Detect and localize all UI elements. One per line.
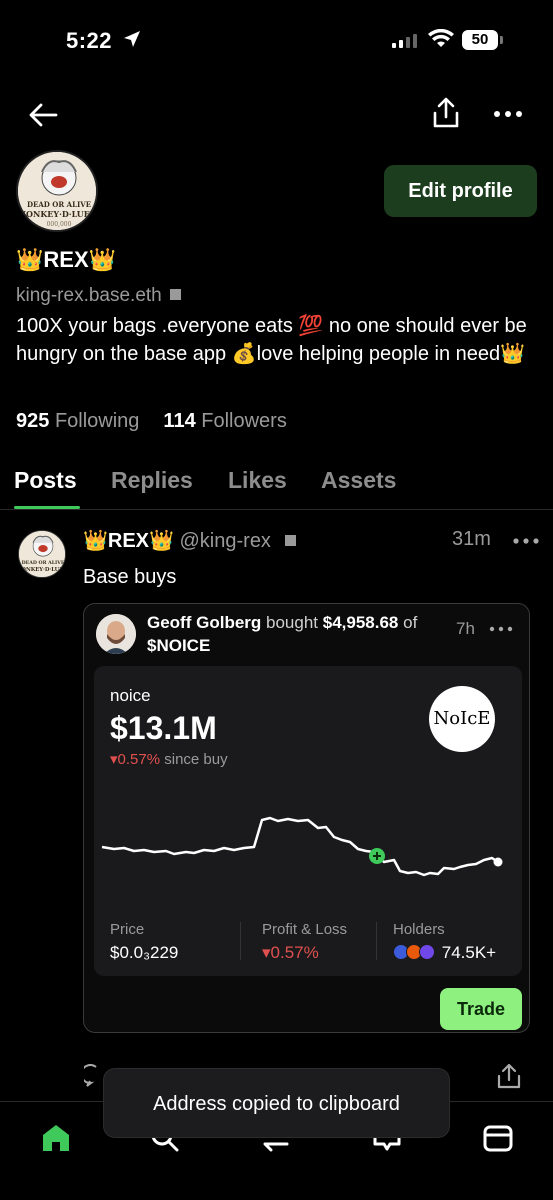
status-bar: 5:22 50	[0, 0, 553, 80]
trade-timestamp: 7h	[456, 619, 475, 638]
post-author-handle[interactable]: @king-rex	[180, 530, 271, 552]
buyer-avatar[interactable]	[96, 614, 136, 654]
stat-price: Price $0.0₃229	[110, 921, 178, 963]
coin-market-cap: $13.1M	[110, 710, 217, 746]
pnl-value: ▾0.57%	[262, 943, 319, 962]
trade-button[interactable]: Trade	[440, 988, 522, 1030]
home-icon[interactable]	[38, 1120, 74, 1156]
tab-likes[interactable]: Likes	[228, 467, 287, 494]
wifi-icon	[428, 29, 454, 47]
toast-notification: Address copied to clipboard	[103, 1068, 450, 1138]
trade-of: of	[403, 613, 418, 632]
trade-more-icon[interactable]	[489, 622, 513, 636]
post-header: 👑REX👑 @king-rex	[83, 528, 296, 553]
holders-value: 74.5K+	[441, 943, 497, 962]
avatar-image: DEAD OR ALIVE MONKEY·D·LUFFY 000,000	[18, 152, 98, 230]
profile-display-name: 👑REX👑	[16, 247, 117, 272]
coin-card[interactable]: noice $13.1M ▾0.57% since buy NoIcE Pric…	[94, 666, 522, 976]
followers-label: Followers	[201, 410, 287, 432]
price-sparkline	[101, 816, 503, 877]
buyer-avatar-image	[96, 614, 136, 654]
post-text: Base buys	[83, 566, 177, 588]
profile-tabs: Posts Replies Likes Assets	[0, 462, 553, 510]
post-author-avatar[interactable]: DEAD OR ALIVE MONKEY·D·LUFFY	[18, 530, 66, 578]
profile-handle-text: king-rex.base.eth	[16, 285, 162, 306]
svg-text:MONKEY·D·LUFFY: MONKEY·D·LUFFY	[18, 209, 98, 219]
tab-posts[interactable]: Posts	[14, 467, 77, 494]
holders-row: 74.5K+	[393, 943, 496, 963]
post-more-icon[interactable]	[512, 532, 540, 550]
price-line	[101, 816, 499, 877]
battery-indicator: 50	[462, 30, 503, 50]
share-icon[interactable]	[430, 96, 462, 130]
following-link[interactable]: 925 Following	[16, 410, 139, 433]
more-options-icon[interactable]	[493, 102, 523, 126]
trade-token[interactable]: $NOICE	[147, 636, 210, 655]
coin-change-suffix: since buy	[164, 751, 228, 768]
followers-link[interactable]: 114 Followers	[163, 410, 286, 433]
coin-name: noice	[110, 686, 151, 705]
profile-avatar[interactable]: DEAD OR ALIVE MONKEY·D·LUFFY 000,000	[16, 150, 98, 232]
cellular-signal-icon	[392, 32, 417, 48]
wallet-icon[interactable]	[480, 1120, 516, 1156]
post-share-icon[interactable]	[496, 1062, 522, 1090]
svg-text:000,000: 000,000	[47, 221, 72, 228]
following-count: 925	[16, 410, 50, 432]
trade-verb: bought	[266, 613, 319, 632]
status-time: 5:22	[66, 28, 113, 53]
nav-bar	[0, 92, 553, 138]
profile-bio: 100X your bags .everyone eats 💯 no one s…	[16, 315, 527, 365]
svg-text:MONKEY·D·LUFFY: MONKEY·D·LUFFY	[19, 567, 66, 573]
coin-change: ▾0.57% since buy	[110, 750, 228, 768]
post-timestamp: 31m	[452, 528, 491, 550]
stat-holders: Holders 74.5K+	[393, 921, 496, 963]
tab-assets[interactable]: Assets	[321, 467, 396, 494]
copy-address-icon[interactable]	[169, 289, 181, 300]
edit-profile-button[interactable]: Edit profile	[384, 165, 537, 217]
post-avatar-image: DEAD OR ALIVE MONKEY·D·LUFFY	[19, 531, 66, 577]
svg-text:DEAD OR ALIVE: DEAD OR ALIVE	[27, 200, 91, 209]
buyer-name[interactable]: Geoff Golberg	[147, 613, 261, 632]
following-label: Following	[54, 410, 140, 432]
stat-divider	[376, 922, 377, 960]
holders-label: Holders	[393, 921, 445, 938]
holder-avatars-icon	[393, 944, 437, 960]
price-value: $0.0₃229	[110, 943, 179, 962]
coin-logo: NoIcE	[429, 686, 495, 752]
followers-count: 114	[163, 410, 196, 432]
follow-stats: 925 Following 114 Followers	[16, 410, 287, 433]
pnl-label: Profit & Loss	[262, 921, 348, 938]
post-author-name[interactable]: 👑REX👑	[83, 530, 174, 552]
stat-pnl: Profit & Loss ▾0.57%	[262, 921, 347, 963]
trade-amount: $4,958.68	[322, 613, 399, 632]
back-arrow-icon[interactable]	[26, 100, 60, 130]
stat-divider	[240, 922, 241, 960]
current-price-dot	[493, 857, 503, 867]
tab-replies[interactable]: Replies	[111, 467, 193, 494]
location-arrow-icon	[124, 31, 140, 47]
embedded-trade-card[interactable]: Geoff Golberg bought $4,958.68 of $NOICE…	[83, 603, 530, 1033]
svg-text:DEAD OR ALIVE: DEAD OR ALIVE	[22, 560, 65, 566]
price-label: Price	[110, 921, 145, 938]
copy-address-icon[interactable]	[284, 535, 296, 546]
coin-change-value: ▾0.57%	[110, 751, 161, 768]
active-tab-indicator	[14, 506, 80, 509]
trade-summary: Geoff Golberg bought $4,958.68 of $NOICE	[147, 611, 447, 657]
profile-handle[interactable]: king-rex.base.eth	[16, 285, 181, 307]
